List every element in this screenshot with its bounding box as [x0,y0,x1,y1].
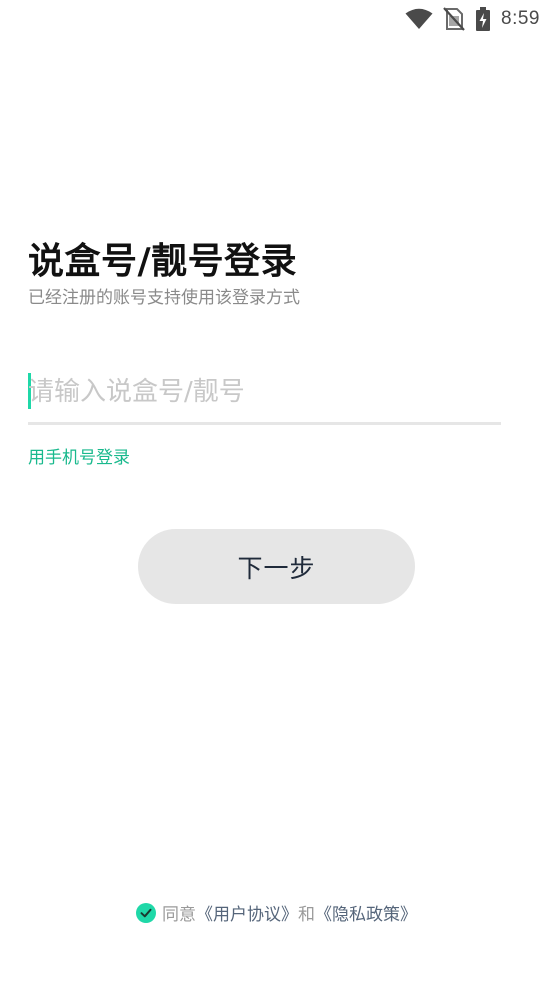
battery-charging-icon [475,7,491,31]
status-icons: 8:59 [405,6,540,32]
login-screen: 8:59 说盒号/靓号登录 已经注册的账号支持使用该登录方式 用手机号登录 下一… [0,0,553,983]
account-input[interactable] [28,370,501,414]
privacy-policy-link[interactable]: 《隐私政策》 [315,900,417,925]
agreement-connector: 和 [298,905,315,925]
agreement-row: 同意 《用户协议》 和 《隐私政策》 [0,900,553,925]
phone-login-link[interactable]: 用手机号登录 [28,443,130,468]
user-agreement-link[interactable]: 《用户协议》 [196,900,298,925]
no-sim-icon [443,7,465,31]
page-subtitle: 已经注册的账号支持使用该登录方式 [28,288,300,308]
next-button[interactable]: 下一步 [138,529,415,604]
status-bar: 8:59 [0,0,553,38]
wifi-icon [405,8,433,30]
checkmark-icon [140,908,152,917]
page-title: 说盒号/靓号登录 [28,241,298,282]
account-input-container [28,366,501,425]
status-time: 8:59 [501,8,540,29]
agreement-prefix: 同意 [162,905,196,925]
agreement-checkbox[interactable] [136,902,156,923]
